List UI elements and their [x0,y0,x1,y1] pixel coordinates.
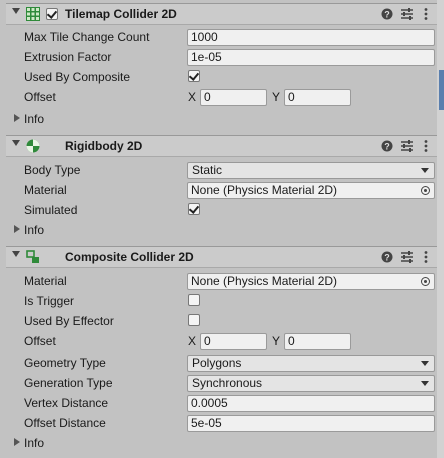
material-value: None (Physics Material 2D) [191,183,338,197]
max-tile-change-count-field[interactable]: 1000 [187,29,435,46]
info-foldout-label[interactable]: Info [24,436,44,450]
chevron-down-icon [421,168,429,173]
material-label: Material [24,183,67,197]
svg-text:?: ? [384,142,390,152]
info-foldout-label[interactable]: Info [24,223,44,237]
extrusion-factor-field[interactable]: 1e-05 [187,49,435,66]
help-icon[interactable]: ? [380,7,394,21]
offset-x-field[interactable]: 0 [200,89,267,106]
component-title: Composite Collider 2D [65,250,194,264]
kebab-menu-icon[interactable] [419,250,433,264]
tilemap-collider-header[interactable]: Tilemap Collider 2D ? [6,3,437,25]
extrusion-factor-label: Extrusion Factor [24,50,112,64]
vertex-distance-label: Vertex Distance [24,396,109,410]
max-tile-change-count-label: Max Tile Change Count [24,30,150,44]
chevron-down-icon [421,381,429,386]
component-title: Rigidbody 2D [65,139,143,153]
is-trigger-checkbox[interactable] [188,294,200,306]
help-icon[interactable]: ? [380,139,394,153]
info-foldout-label[interactable]: Info [24,112,44,126]
chevron-down-icon [421,361,429,366]
scrollbar-thumb[interactable] [439,70,444,110]
foldout-expanded-icon[interactable] [12,8,20,14]
generation-type-value: Synchronous [192,376,263,390]
used-by-composite-label: Used By Composite [24,70,131,84]
material-object-field[interactable]: None (Physics Material 2D) [187,273,435,290]
component-enabled-checkbox[interactable] [46,8,58,20]
scrollbar[interactable] [437,0,444,458]
svg-text:?: ? [384,10,390,20]
simulated-label: Simulated [24,203,78,217]
offset-y-field[interactable]: 0 [284,89,351,106]
generation-type-dropdown[interactable]: Synchronous [187,375,435,392]
help-icon[interactable]: ? [380,250,394,264]
info-foldout-icon[interactable] [14,225,20,233]
presets-icon[interactable] [400,7,414,21]
offset-x-field[interactable]: 0 [200,333,267,350]
inspector-panel: Tilemap Collider 2D ? Max Tile Change Co… [0,0,437,458]
object-picker-icon[interactable] [421,186,430,195]
body-type-value: Static [192,163,223,177]
body-type-dropdown[interactable]: Static [187,162,435,179]
body-type-label: Body Type [24,163,81,177]
offset-x-label: X [188,90,197,104]
svg-text:?: ? [384,253,390,263]
composite-collider-header[interactable]: Composite Collider 2D ? [6,246,437,268]
geometry-type-label: Geometry Type [24,356,106,370]
info-foldout-icon[interactable] [14,114,20,122]
rigidbody-icon [26,139,40,153]
kebab-menu-icon[interactable] [419,139,433,153]
generation-type-label: Generation Type [24,376,113,390]
offset-y-label: Y [272,90,281,104]
object-picker-icon[interactable] [421,277,430,286]
presets-icon[interactable] [400,139,414,153]
offset-label: Offset [24,90,56,104]
used-by-composite-checkbox[interactable] [188,70,200,82]
geometry-type-value: Polygons [192,356,242,370]
foldout-expanded-icon[interactable] [12,140,20,146]
grid-icon [26,7,40,21]
component-title: Tilemap Collider 2D [65,7,177,21]
offset-y-label: Y [272,334,281,348]
presets-icon[interactable] [400,250,414,264]
foldout-expanded-icon[interactable] [12,251,20,257]
offset-x-label: X [188,334,197,348]
offset-distance-field[interactable]: 5e-05 [187,415,435,432]
offset-distance-label: Offset Distance [24,416,106,430]
geometry-type-dropdown[interactable]: Polygons [187,355,435,372]
offset-y-field[interactable]: 0 [284,333,351,350]
simulated-checkbox[interactable] [188,203,200,215]
is-trigger-label: Is Trigger [24,294,75,308]
composite-collider-icon [26,250,39,263]
material-label: Material [24,274,67,288]
material-object-field[interactable]: None (Physics Material 2D) [187,182,435,199]
kebab-menu-icon[interactable] [419,7,433,21]
info-foldout-icon[interactable] [14,438,20,446]
vertex-distance-field[interactable]: 0.0005 [187,395,435,412]
rigidbody-header[interactable]: Rigidbody 2D ? [6,135,437,157]
used-by-effector-label: Used By Effector [24,314,114,328]
used-by-effector-checkbox[interactable] [188,314,200,326]
material-value: None (Physics Material 2D) [191,274,338,288]
offset-label: Offset [24,334,56,348]
